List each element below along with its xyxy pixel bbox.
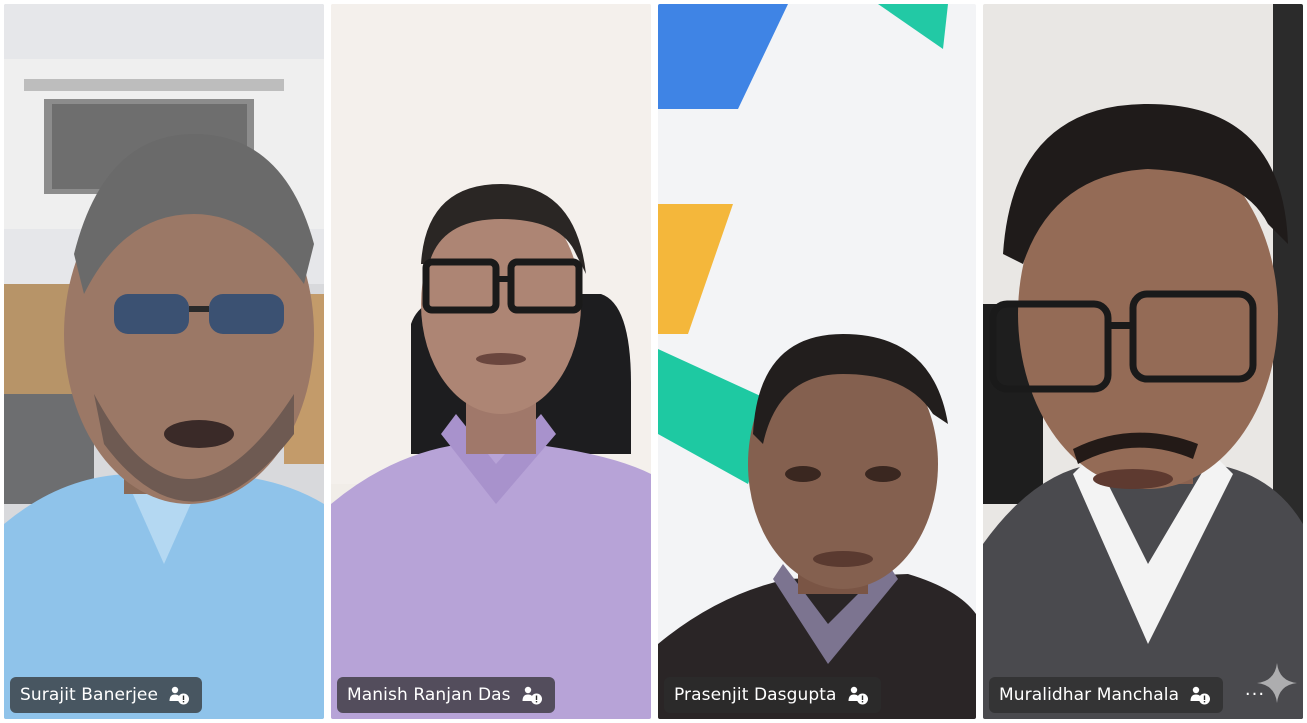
participant-tile-prasenjit-dasgupta[interactable]: Prasenjit Dasgupta (658, 4, 976, 719)
name-tag: Muralidhar Manchala (989, 677, 1224, 713)
participant-tile-manish-ranjan-das[interactable]: Manish Ranjan Das (331, 4, 651, 719)
participant-name: Surajit Banerjee (20, 685, 159, 705)
participant-video (658, 4, 976, 719)
sparkle-icon (1257, 663, 1297, 703)
participant-name: Muralidhar Manchala (999, 685, 1180, 705)
participant-tile-surajit-banerjee[interactable]: Surajit Banerjee (4, 4, 324, 719)
participant-video (331, 4, 651, 719)
person-with-speaker-icon (1190, 686, 1211, 705)
person-with-speaker-icon (848, 686, 868, 705)
participant-video (983, 4, 1303, 719)
name-tag: Manish Ranjan Das (337, 677, 555, 713)
participant-name: Manish Ranjan Das (347, 685, 511, 705)
name-tag: Prasenjit Dasgupta (664, 677, 881, 713)
participant-video (4, 4, 324, 719)
video-gallery: Surajit Banerjee Manish Ranjan Das Prase… (0, 0, 1307, 723)
participant-name: Prasenjit Dasgupta (674, 685, 837, 705)
name-tag: Surajit Banerjee (10, 677, 203, 713)
person-with-speaker-icon (169, 686, 190, 705)
person-with-speaker-icon (522, 686, 542, 705)
participant-tile-muralidhar-manchala[interactable]: Muralidhar Manchala ··· (983, 4, 1303, 719)
